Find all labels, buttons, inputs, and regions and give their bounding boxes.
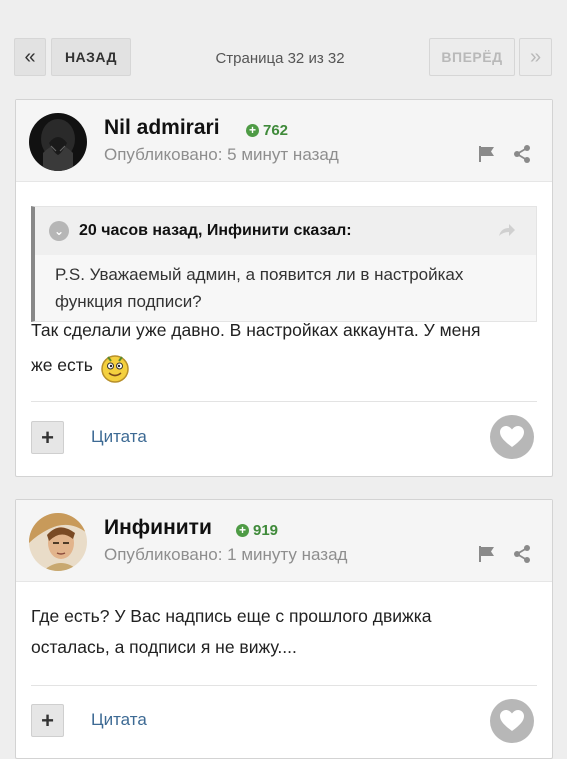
plus-icon: +: [41, 707, 54, 733]
like-button[interactable]: [490, 699, 534, 743]
quote-citation: 20 часов назад, Инфинити сказал:: [79, 222, 352, 239]
share-icon[interactable]: [512, 144, 532, 164]
quote-header[interactable]: ⌄ 20 часов назад, Инфинити сказал:: [35, 207, 536, 255]
reputation-count: 919: [253, 522, 279, 539]
quote-button[interactable]: Цитата: [91, 427, 147, 447]
plus-icon: +: [41, 424, 54, 450]
divider: [31, 685, 537, 686]
post-text-fragment: же есть: [31, 354, 93, 375]
post: Nil admirari + 762 Опубликовано: 5 минут…: [15, 99, 553, 477]
post-content: Где есть? У Вас надпись еще с прошлого д…: [31, 601, 541, 663]
first-page-button[interactable]: «: [14, 38, 46, 76]
pagination: « НАЗАД Страница 32 из 32 ВПЕРЁД »: [0, 0, 567, 100]
author-name[interactable]: Инфинити: [104, 516, 212, 540]
smiley-emoji-icon: [101, 355, 129, 383]
divider: [31, 401, 537, 402]
post-text-line: Где есть? У Вас надпись еще с прошлого д…: [31, 606, 432, 626]
quote-text: P.S. Уважаемый админ, а появится ли в на…: [55, 265, 464, 311]
last-page-button: »: [519, 38, 552, 76]
flag-icon[interactable]: [477, 144, 497, 164]
add-multiquote-button[interactable]: +: [31, 421, 64, 454]
heart-icon: [500, 710, 524, 731]
reputation-badge: + 919: [236, 522, 278, 539]
share-icon[interactable]: [512, 544, 532, 564]
post-timestamp: Опубликовано: 5 минут назад: [104, 145, 339, 164]
plus-circle-icon: +: [236, 524, 249, 537]
blockquote: ⌄ 20 часов назад, Инфинити сказал: P.S. …: [31, 206, 537, 322]
like-button[interactable]: [490, 415, 534, 459]
post-content: Так сделали уже давно. В настройках акка…: [31, 315, 541, 384]
next-page-button: ВПЕРЁД: [429, 38, 515, 76]
chevron-down-icon[interactable]: ⌄: [49, 221, 69, 241]
author-name[interactable]: Nil admirari: [104, 116, 220, 140]
post-text-line: Так сделали уже давно. В настройках акка…: [31, 320, 481, 340]
post-timestamp: Опубликовано: 1 минуту назад: [104, 545, 348, 564]
plus-circle-icon: +: [246, 124, 259, 137]
heart-icon: [500, 426, 524, 447]
page-info[interactable]: Страница 32 из 32: [180, 50, 380, 67]
prev-page-button[interactable]: НАЗАД: [51, 38, 131, 76]
post-text-line: же есть: [31, 346, 541, 384]
post-text-line: осталась, а подписи я не вижу....: [31, 637, 297, 657]
add-multiquote-button[interactable]: +: [31, 704, 64, 737]
quote-button[interactable]: Цитата: [91, 710, 147, 730]
post-header: Nil admirari + 762 Опубликовано: 5 минут…: [16, 100, 552, 182]
avatar[interactable]: [29, 513, 87, 571]
reputation-badge: + 762: [246, 122, 288, 139]
reputation-count: 762: [263, 122, 289, 139]
forward-icon[interactable]: [498, 222, 516, 238]
flag-icon[interactable]: [477, 544, 497, 564]
avatar[interactable]: [29, 113, 87, 171]
post: Инфинити + 919 Опубликовано: 1 минуту на…: [15, 499, 553, 759]
post-header: Инфинити + 919 Опубликовано: 1 минуту на…: [16, 500, 552, 582]
